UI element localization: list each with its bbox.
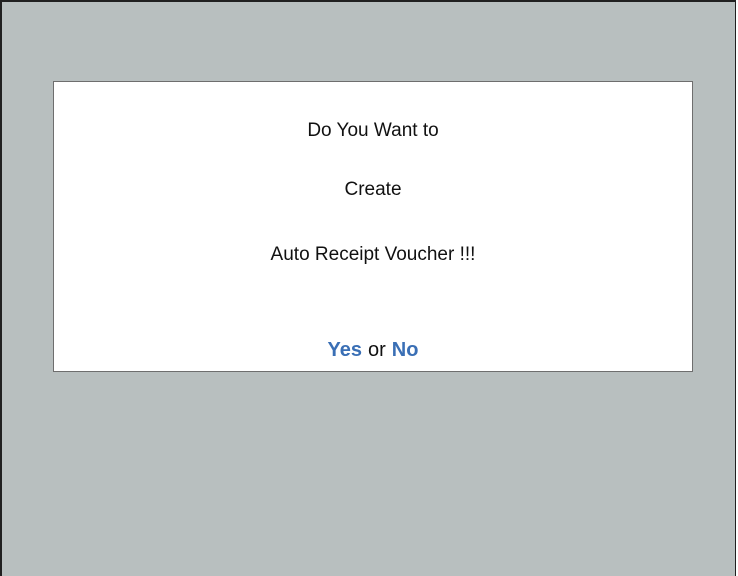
app-background: Do You Want to Create Auto Receipt Vouch… bbox=[0, 0, 736, 576]
confirmation-dialog: Do You Want to Create Auto Receipt Vouch… bbox=[53, 81, 693, 372]
or-label: or bbox=[368, 339, 386, 361]
dialog-line-3: Auto Receipt Voucher !!! bbox=[270, 244, 476, 265]
dialog-actions: Yes or No bbox=[54, 338, 692, 362]
dialog-line-2: Create bbox=[344, 179, 402, 200]
no-button[interactable]: No bbox=[392, 339, 419, 361]
dialog-line-1: Do You Want to bbox=[307, 120, 439, 141]
yes-button[interactable]: Yes bbox=[328, 339, 362, 361]
